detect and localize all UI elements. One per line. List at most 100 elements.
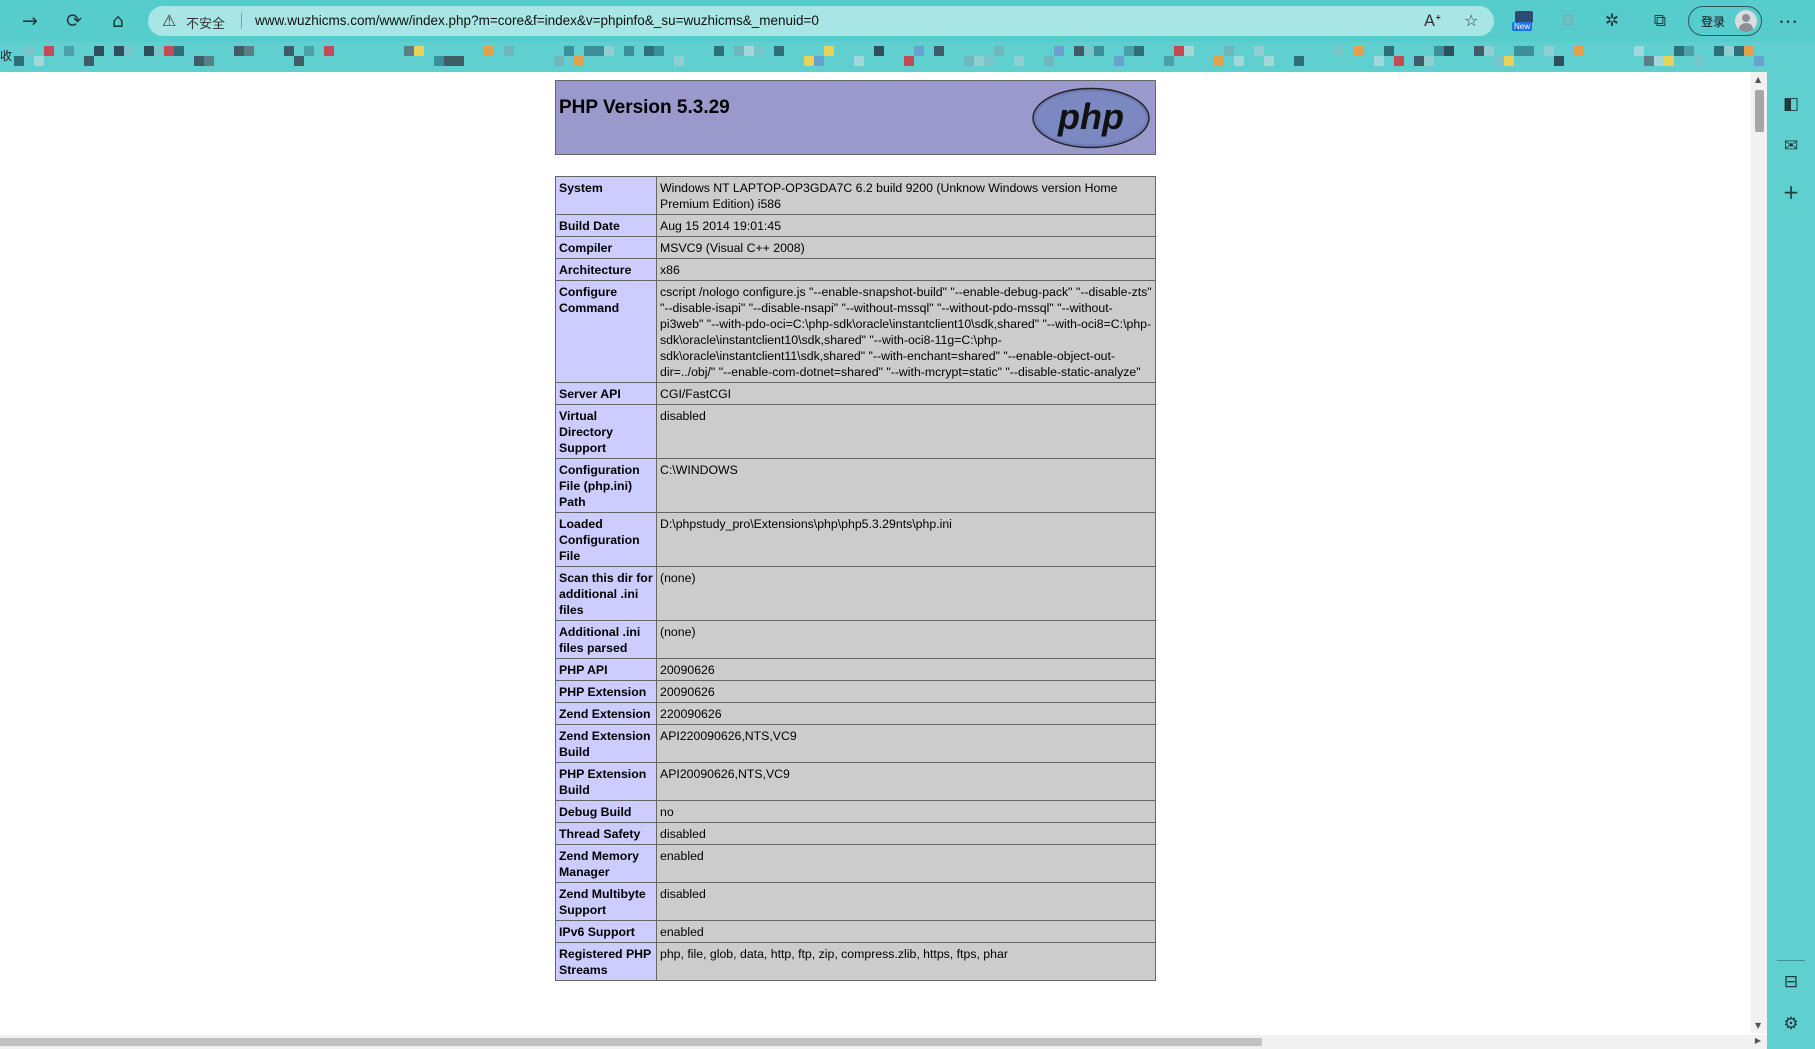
bookmark-prefix[interactable]: 收 <box>0 47 12 64</box>
row-key: Zend Extension Build <box>555 724 657 763</box>
horizontal-scroll-thumb[interactable] <box>0 1038 1262 1046</box>
bookmark-blur-block <box>564 46 574 56</box>
bookmark-blur-block <box>674 56 684 66</box>
sidebar-divider <box>1777 960 1805 961</box>
bookmark-blur-block <box>24 46 34 56</box>
bookmark-blur-block <box>144 46 154 56</box>
phpinfo-table: System Windows NT LAPTOP-OP3GDA7C 6.2 bui… <box>555 176 1156 981</box>
browser-sidebar: ◧ ✉ + ⊟ ⚙ <box>1767 72 1815 1049</box>
row-value: MSVC9 (Visual C++ 2008) <box>656 236 1156 259</box>
page-viewport: PHP Version 5.3.29 php System Windows NT … <box>0 72 1767 1049</box>
warning-icon[interactable]: ⚠ <box>162 11 176 30</box>
bookmark-blur-block <box>744 46 754 56</box>
puzzle-icon[interactable]: ✲ <box>1599 9 1625 33</box>
bookmark-blur-block <box>984 56 994 66</box>
bookmark-blur-block <box>1484 46 1494 56</box>
scroll-right-icon[interactable]: ▶ <box>1755 1036 1761 1045</box>
bookmark-blur-block <box>1084 46 1094 56</box>
bookmark-blur-block <box>1234 56 1244 66</box>
bookmark-blur-block <box>444 56 454 66</box>
table-row: PHP Extension 20090626 <box>555 680 1156 703</box>
avatar <box>1735 10 1757 32</box>
read-aloud-icon[interactable]: Aᐩ <box>1424 11 1441 30</box>
bookmark-blur-block <box>1694 56 1704 66</box>
collections-icon[interactable]: ⧉ <box>1647 9 1673 33</box>
bookmark-blur-block <box>1014 56 1024 66</box>
bookmark-blur-block <box>154 46 164 56</box>
table-row: IPv6 Support enabled <box>555 920 1156 943</box>
refresh-icon[interactable]: ⟳ <box>60 8 88 34</box>
add-favorite-icon[interactable]: ☆ <box>1464 11 1478 30</box>
bookmark-blur-block <box>234 46 244 56</box>
settings-icon[interactable]: ⚙ <box>1779 1012 1803 1036</box>
bookmark-blur-block <box>34 56 44 66</box>
split-screen-icon[interactable]: ⊟ <box>1779 970 1803 994</box>
row-key: Build Date <box>555 214 657 237</box>
table-row: Virtual Directory Support disabled <box>555 404 1156 459</box>
bookmark-blur-block <box>1174 46 1184 56</box>
bookmark-blur-block <box>64 46 74 56</box>
bookmark-blur-block <box>484 46 494 56</box>
url-text[interactable]: www.wuzhicms.com/www/index.php?m=core&f=… <box>255 13 819 28</box>
bookmark-blur-block <box>1574 46 1584 56</box>
security-label[interactable]: 不安全 <box>186 13 225 32</box>
bookmark-blur-block <box>854 56 864 66</box>
bookmark-blur-block <box>1294 56 1304 66</box>
bookmark-blur-block <box>1514 46 1524 56</box>
row-key: Server API <box>555 382 657 405</box>
page-title: PHP Version 5.3.29 <box>559 97 730 118</box>
table-row: Scan this dir for additional .ini files(… <box>555 566 1156 621</box>
table-row: Configure Command cscript /nologo configu… <box>555 280 1156 383</box>
table-row: Zend Multibyte Support disabled <box>555 882 1156 921</box>
bookmark-blur-block <box>304 46 314 56</box>
outlook-icon[interactable]: ✉ <box>1779 134 1803 158</box>
bookmark-blur-block <box>804 56 814 66</box>
bookmarks-bar: 收 <box>0 42 1815 72</box>
row-value: php, file, glob, data, http, ftp, zip, c… <box>656 942 1156 981</box>
more-icon[interactable]: ⋯ <box>1775 9 1801 33</box>
bookmark-blur-block <box>594 46 604 56</box>
vertical-scroll-thumb[interactable] <box>1755 90 1764 132</box>
horizontal-scrollbar[interactable]: ▶ <box>0 1035 1767 1049</box>
add-icon[interactable]: + <box>1779 180 1803 204</box>
bookmark-blur-block <box>554 56 564 66</box>
scroll-up-icon[interactable]: ▲ <box>1755 75 1761 84</box>
bookmark-blur-block <box>814 56 824 66</box>
bookmark-blur-block <box>874 46 884 56</box>
bookmark-blur-block <box>644 46 654 56</box>
gear-icon[interactable]: ⚙ <box>1555 9 1581 33</box>
table-row: Loaded Configuration File D:\phpstudy_pro… <box>555 512 1156 567</box>
bookmark-blur-block <box>1754 56 1764 66</box>
row-key: PHP Extension <box>555 680 657 703</box>
login-button[interactable]: 登录 <box>1688 6 1762 36</box>
php-version-header: PHP Version 5.3.29 php <box>555 80 1156 155</box>
row-key: Configuration File (php.ini) Path <box>555 458 657 513</box>
home-icon[interactable]: ⌂ <box>104 8 132 34</box>
bookmark-blur-block <box>1214 56 1224 66</box>
row-key: Additional .ini files parsed <box>555 620 657 659</box>
bookmark-blur-block <box>1254 46 1264 56</box>
row-value: 220090626 <box>656 702 1156 725</box>
bookmark-blur-block <box>174 46 184 56</box>
scroll-down-icon[interactable]: ▼ <box>1755 1021 1761 1030</box>
table-row: Thread Safety disabled <box>555 822 1156 845</box>
office-icon[interactable]: ◧ <box>1779 92 1803 116</box>
new-feature-badge[interactable]: New <box>1512 11 1536 33</box>
bookmark-blur-block <box>284 46 294 56</box>
bookmark-blur-block <box>1664 56 1674 66</box>
forward-arrow-icon[interactable]: → <box>16 8 44 34</box>
row-value: enabled <box>656 844 1156 883</box>
bookmark-blur-block <box>754 46 764 56</box>
row-key: Zend Multibyte Support <box>555 882 657 921</box>
bookmark-blur-block <box>1524 46 1534 56</box>
bookmark-blur-block <box>1054 46 1064 56</box>
bookmark-blur-block <box>1654 56 1664 66</box>
vertical-scrollbar[interactable]: ▲ ▼ <box>1751 72 1767 1033</box>
row-key: System <box>555 176 657 215</box>
bookmark-blur-block <box>454 56 464 66</box>
address-bar[interactable]: ⚠ 不安全 www.wuzhicms.com/www/index.php?m=c… <box>148 6 1494 36</box>
bookmark-blur-block <box>194 56 204 66</box>
table-row: PHP API 20090626 <box>555 658 1156 681</box>
row-value: 20090626 <box>656 658 1156 681</box>
bookmark-blur-block <box>604 46 614 56</box>
